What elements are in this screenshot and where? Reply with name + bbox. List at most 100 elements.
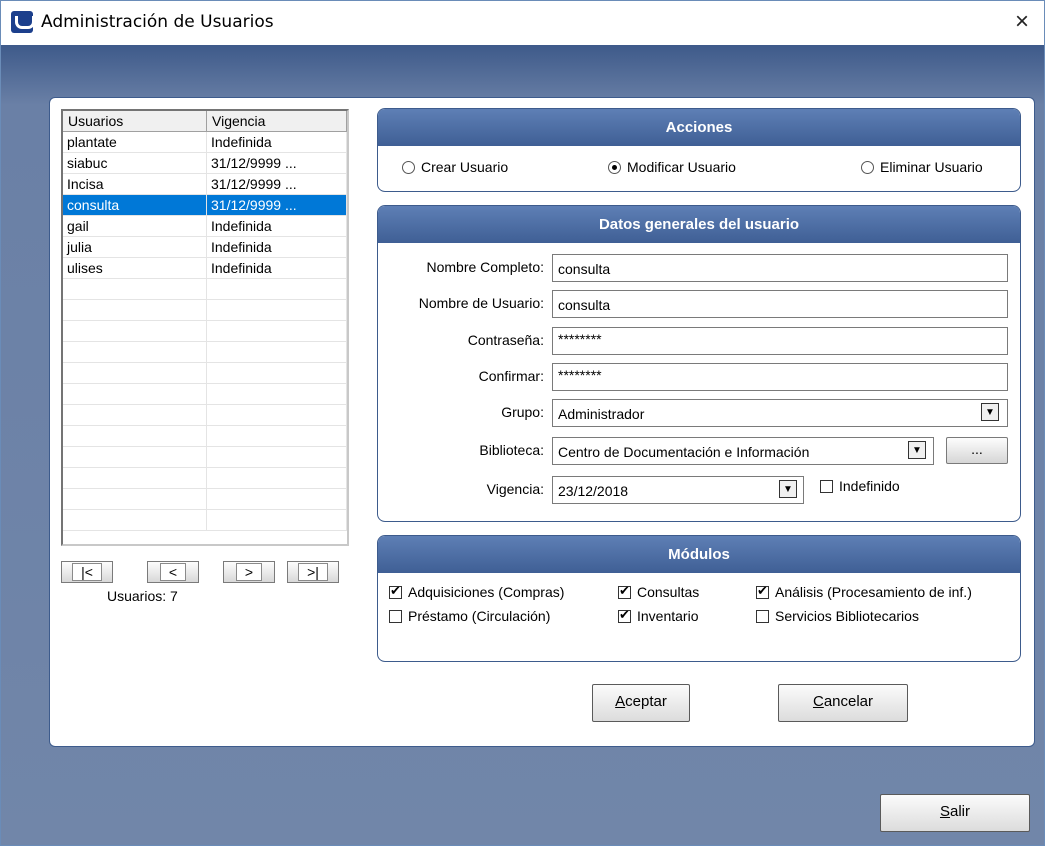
empty-cell: [63, 405, 207, 425]
table-row[interactable]: siabuc 31/12/9999 ...: [63, 153, 347, 174]
close-button[interactable]: ×: [1000, 1, 1044, 45]
checkbox-inventario-label: Inventario: [637, 608, 699, 624]
salir-label: alir: [950, 803, 971, 820]
label-nombre-usuario: Nombre de Usuario:: [418, 295, 544, 311]
row-biblioteca: Biblioteca: Centro de Documentación e In…: [378, 437, 1020, 467]
confirmar-input[interactable]: ********: [552, 363, 1008, 391]
checkbox-prestamo-box: [389, 609, 402, 623]
vigencia-value: 23/12/2018: [558, 483, 629, 499]
modulos-title: Módulos: [378, 536, 1020, 573]
vigencia-date-picker[interactable]: 23/12/2018: [552, 476, 804, 504]
empty-cell: [63, 300, 207, 320]
table-row[interactable]: consulta 31/12/9999 ...: [63, 195, 347, 216]
table-row[interactable]: julia Indefinida: [63, 237, 347, 258]
nombre-completo-input[interactable]: consulta: [552, 254, 1008, 282]
salir-button[interactable]: Salir: [880, 794, 1030, 832]
aceptar-label: ceptar: [625, 693, 667, 710]
aceptar-button[interactable]: Aceptar: [592, 684, 690, 722]
users-grid[interactable]: Usuarios Vigencia plantate Indefinida siab…: [61, 109, 349, 546]
empty-cell: [207, 321, 347, 341]
previous-record-button[interactable]: <: [147, 561, 199, 583]
checkbox-prestamo[interactable]: Préstamo (Circulación): [389, 608, 550, 624]
empty-cell: [207, 489, 347, 509]
empty-cell: [207, 447, 347, 467]
last-record-button[interactable]: >|: [287, 561, 339, 583]
cancelar-button[interactable]: Cancelar: [778, 684, 908, 722]
radio-crear-usuario[interactable]: Crear Usuario: [402, 159, 508, 175]
radio-eliminar-usuario[interactable]: Eliminar Usuario: [861, 159, 983, 175]
app-logo-icon: [11, 11, 35, 33]
main-panel: Usuarios Vigencia plantate Indefinida siab…: [49, 97, 1035, 747]
checkbox-consultas[interactable]: Consultas: [618, 583, 699, 600]
radio-label-eliminar: Eliminar Usuario: [880, 159, 983, 175]
indefinido-box: [820, 479, 833, 493]
checkbox-consultas-box: [618, 583, 631, 599]
label-vigencia: Vigencia:: [486, 481, 544, 497]
aceptar-hotkey: A: [615, 693, 626, 710]
salir-hotkey: S: [939, 803, 950, 820]
empty-row: [63, 405, 347, 426]
radio-label-crear: Crear Usuario: [421, 159, 509, 175]
cell-usuario: consulta: [63, 195, 207, 215]
next-record-button[interactable]: >: [223, 561, 275, 583]
cell-usuario: ulises: [63, 258, 207, 278]
radio-dot-eliminar: [861, 160, 874, 174]
column-header-vigencia[interactable]: Vigencia: [207, 111, 347, 131]
empty-cell: [63, 447, 207, 467]
table-row[interactable]: plantate Indefinida: [63, 132, 347, 153]
empty-row: [63, 447, 347, 468]
empty-cell: [63, 426, 207, 446]
empty-cell: [63, 279, 207, 299]
checkbox-analisis-label: Análisis (Procesamiento de inf.): [775, 584, 972, 600]
table-row[interactable]: gail Indefinida: [63, 216, 347, 237]
empty-cell: [207, 363, 347, 383]
empty-row: [63, 300, 347, 321]
app-window: Administración de Usuarios × Usuarios Vi…: [0, 0, 1045, 846]
cell-usuario: julia: [63, 237, 207, 257]
checkbox-adquisiciones[interactable]: Adquisiciones (Compras): [389, 583, 565, 600]
checkbox-adquisiciones-box: [389, 583, 402, 599]
checkbox-adquisiciones-label: Adquisiciones (Compras): [408, 584, 565, 600]
cell-usuario: siabuc: [63, 153, 207, 173]
row-grupo: Grupo: Administrador ▼: [378, 399, 1020, 429]
cell-usuario: Incisa: [63, 174, 207, 194]
checkbox-servicios-label: Servicios Bibliotecarios: [775, 608, 919, 624]
biblioteca-select[interactable]: Centro de Documentación e Información: [552, 437, 934, 465]
nombre-usuario-input[interactable]: consulta: [552, 290, 1008, 318]
checkbox-analisis-box: [756, 583, 769, 599]
table-row[interactable]: ulises Indefinida: [63, 258, 347, 279]
biblioteca-browse-button[interactable]: ...: [946, 437, 1008, 464]
label-confirmar: Confirmar:: [478, 368, 544, 384]
cell-vigencia: Indefinida: [207, 216, 347, 236]
contrasena-input[interactable]: ********: [552, 327, 1008, 355]
radio-modificar-usuario[interactable]: Modificar Usuario: [608, 159, 736, 175]
empty-cell: [207, 468, 347, 488]
column-header-usuarios[interactable]: Usuarios: [63, 111, 207, 131]
row-nombre-usuario: Nombre de Usuario: consulta: [378, 290, 1020, 320]
cell-vigencia: Indefinida: [207, 237, 347, 257]
biblioteca-selected-value: Centro de Documentación e Información: [558, 444, 810, 460]
label-nombre-completo: Nombre Completo:: [426, 259, 545, 275]
empty-row: [63, 426, 347, 447]
empty-cell: [63, 510, 207, 530]
indefinido-checkbox[interactable]: Indefinido: [820, 478, 900, 494]
vigencia-dropdown-icon[interactable]: ▼: [779, 480, 797, 498]
grupo-selected-value: Administrador: [558, 406, 645, 422]
grupo-dropdown-icon[interactable]: ▼: [981, 403, 999, 421]
biblioteca-dropdown-icon[interactable]: ▼: [908, 441, 926, 459]
checkbox-inventario[interactable]: Inventario: [618, 607, 699, 624]
acciones-title: Acciones: [378, 109, 1020, 146]
cancelar-label: ancelar: [823, 693, 874, 710]
user-count-label: Usuarios:: [107, 588, 167, 604]
cell-usuario: plantate: [63, 132, 207, 152]
first-record-button[interactable]: |<: [61, 561, 113, 583]
empty-row: [63, 279, 347, 300]
last-label: >|: [298, 563, 328, 581]
grid-body: plantate Indefinida siabuc 31/12/9999 ... In…: [63, 132, 347, 531]
checkbox-analisis[interactable]: Análisis (Procesamiento de inf.): [756, 583, 972, 600]
table-row[interactable]: Incisa 31/12/9999 ...: [63, 174, 347, 195]
grupo-select[interactable]: Administrador: [552, 399, 1008, 427]
empty-cell: [63, 342, 207, 362]
checkbox-servicios[interactable]: Servicios Bibliotecarios: [756, 608, 919, 624]
empty-row: [63, 489, 347, 510]
